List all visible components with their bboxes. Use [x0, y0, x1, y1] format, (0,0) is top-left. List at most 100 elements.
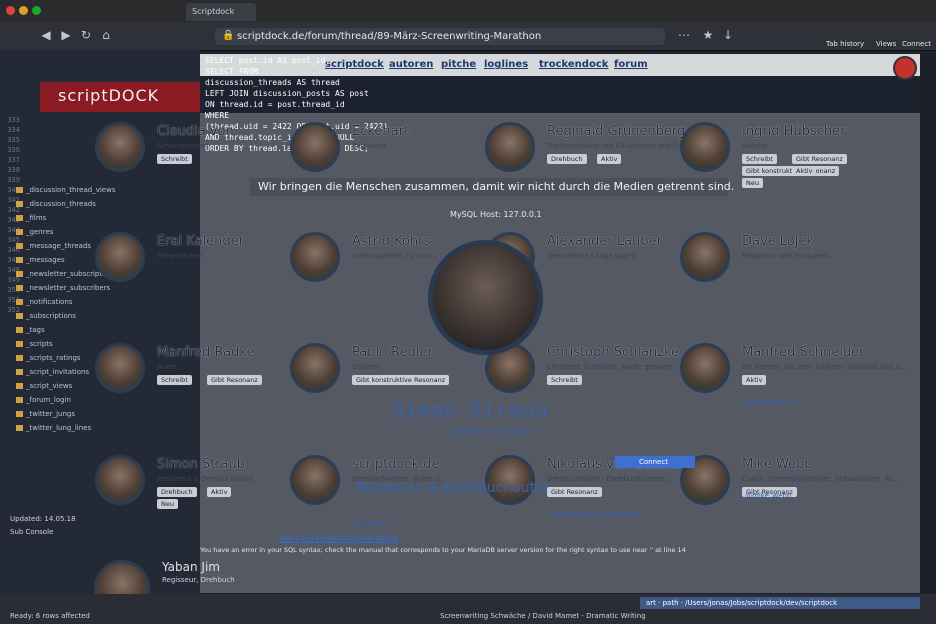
bookmark-icon[interactable]: ★ — [700, 27, 716, 43]
tree-item[interactable]: _script_invitations — [16, 368, 89, 376]
url-bar[interactable]: scriptdock.de/forum/thread/89-März-Scree… — [215, 28, 665, 45]
profile-photo[interactable] — [290, 232, 340, 282]
tree-item-label: _script_views — [26, 382, 73, 390]
profile-handle[interactable]: @nikolaus_von_uthmann — [550, 510, 637, 518]
tree-item[interactable]: _message_threads — [16, 242, 91, 250]
profile-name[interactable]: Pablo Redler — [352, 345, 433, 360]
tree-item[interactable]: _notifications — [16, 298, 73, 306]
profile-tag-button[interactable]: Aktiv — [597, 154, 622, 164]
profile-handle[interactable]: @manfred_sch — [745, 398, 797, 406]
tree-item[interactable]: _twitter_lung_lines — [16, 424, 91, 432]
profile-name[interactable]: Eral Kalender — [157, 234, 244, 249]
profile-tag-button[interactable]: Drehbuch — [157, 487, 197, 497]
tree-item[interactable]: _newsletter_subscribers — [16, 284, 110, 292]
profile-tag-button[interactable]: Gibt Resonanz — [792, 154, 847, 164]
profile-tag-button[interactable]: Drehbuch — [547, 154, 587, 164]
profile-tag-button[interactable]: Schreibt — [157, 375, 192, 385]
profile-tag-button[interactable]: Neu — [157, 499, 178, 509]
site-logo[interactable]: scriptDOCK — [58, 86, 159, 105]
tree-item[interactable]: _scripts — [16, 340, 53, 348]
minimize-window-button[interactable] — [19, 6, 28, 15]
table-icon — [16, 425, 23, 431]
profile-photo[interactable] — [290, 343, 340, 393]
profile-description: Autorin — [742, 142, 768, 150]
profile-name[interactable]: Eckehart — [352, 124, 409, 139]
profile-name[interactable]: Simon Straub — [157, 457, 245, 472]
tree-item-label: _forum_login — [26, 396, 71, 404]
profile-tag-button[interactable]: Schreibt — [742, 154, 777, 164]
line-number: 338 — [7, 166, 20, 174]
profile-tag-button[interactable]: Schreibt — [547, 375, 582, 385]
table-icon — [16, 411, 23, 417]
views-label[interactable]: Views — [876, 40, 896, 48]
featured-avatar[interactable] — [428, 240, 543, 355]
tree-item[interactable]: _subscriptions — [16, 312, 76, 320]
profile-handle[interactable]: @mike_webb — [745, 492, 791, 500]
profile-tag-button[interactable]: Schreibt — [157, 154, 192, 164]
profile-photo[interactable] — [290, 122, 340, 172]
profile-photo[interactable] — [680, 232, 730, 282]
profile-name[interactable]: Manfred Schneider — [742, 345, 865, 360]
profile-tag-button[interactable]: Aktiv — [207, 487, 232, 497]
nav-loglines[interactable]: loglines — [484, 59, 528, 70]
forward-icon[interactable]: ▶ — [58, 27, 74, 43]
sub-console-label[interactable]: Sub Console — [10, 528, 53, 536]
reload-icon[interactable]: ↻ — [78, 27, 94, 43]
profile-photo[interactable] — [95, 232, 145, 282]
profile-name[interactable]: Ingrid Hübscher — [742, 124, 845, 139]
profile-name[interactable]: Dave Lojek — [742, 234, 814, 249]
profile-tag-button[interactable]: Aktiv — [792, 166, 817, 176]
profile-name[interactable]: Alexander Lauber — [547, 234, 662, 249]
profile-photo[interactable] — [95, 343, 145, 393]
nav-forum[interactable]: forum — [614, 59, 648, 70]
line-number: 336 — [7, 146, 20, 154]
profile-photo[interactable] — [95, 455, 145, 505]
tree-item[interactable]: _scripts_ratings — [16, 354, 81, 362]
tree-item[interactable]: _messages — [16, 256, 65, 264]
featured-handle[interactable]: @Simon_Straub — [452, 426, 532, 437]
menu-dots-icon[interactable]: ⋯ — [676, 27, 692, 43]
zoom-window-button[interactable] — [32, 6, 41, 15]
profile-name[interactable]: scriptdock.de — [352, 457, 440, 472]
tree-item[interactable]: _genres — [16, 228, 53, 236]
profile-tag-button[interactable]: Gibt konstruktive Resonanz — [352, 375, 450, 385]
profile-handle[interactable]: @ischeer — [355, 520, 387, 528]
connect-button[interactable]: Connect — [615, 456, 695, 468]
tree-item[interactable]: _discussion_thread_views — [16, 186, 116, 194]
home-icon[interactable]: ⌂ — [98, 27, 114, 43]
profile-name[interactable]: Reginald Grünenberg — [547, 124, 685, 139]
profile-name[interactable]: Astrid Kohrs — [352, 234, 430, 249]
profile-tag-button[interactable]: Aktiv — [742, 375, 767, 385]
tree-item[interactable]: _films — [16, 214, 46, 222]
profile-photo[interactable] — [485, 122, 535, 172]
tree-item[interactable]: _discussion_threads — [16, 200, 96, 208]
profile-tag-button[interactable]: Gibt konstruktive Resonanz — [742, 166, 840, 176]
close-window-button[interactable] — [6, 6, 15, 15]
profile-name[interactable]: Claudia von — [157, 124, 234, 139]
profile-tag-button[interactable]: Gibt Resonanz — [207, 375, 262, 385]
nav-pitche[interactable]: pitche — [441, 59, 476, 70]
back-icon[interactable]: ◀ — [38, 27, 54, 43]
right-scrollbar[interactable] — [920, 54, 936, 594]
tree-item[interactable]: _forum_login — [16, 396, 71, 404]
profile-name[interactable]: Mike Webb — [742, 457, 813, 472]
tree-item[interactable]: _twitter_jungs — [16, 410, 75, 418]
marathon-link[interactable]: März-Screenwriting-Marathon — [280, 534, 398, 543]
browser-tab-active[interactable]: Scriptdock — [186, 3, 256, 21]
profile-name[interactable]: Christoph Schlanzke — [547, 345, 679, 360]
connect-label[interactable]: Connect — [902, 40, 931, 48]
download-icon[interactable]: ↓ — [720, 27, 736, 43]
user-avatar[interactable] — [893, 56, 917, 80]
tree-item[interactable]: _script_views — [16, 382, 72, 390]
profile-photo[interactable] — [680, 122, 730, 172]
profile-tag-button[interactable]: Neu — [742, 178, 763, 188]
tab-history-label[interactable]: Tab history — [826, 40, 864, 48]
nav-trockendock[interactable]: trockendock — [539, 59, 608, 70]
profile-name-yaban[interactable]: Yaban Jim — [162, 560, 220, 574]
profile-photo[interactable] — [290, 455, 340, 505]
profile-name[interactable]: Manfred Radke — [157, 345, 254, 360]
profile-photo[interactable] — [680, 343, 730, 393]
tree-item[interactable]: _tags — [16, 326, 45, 334]
profile-tag-button[interactable]: Gibt Resonanz — [547, 487, 602, 497]
profile-photo[interactable] — [95, 122, 145, 172]
